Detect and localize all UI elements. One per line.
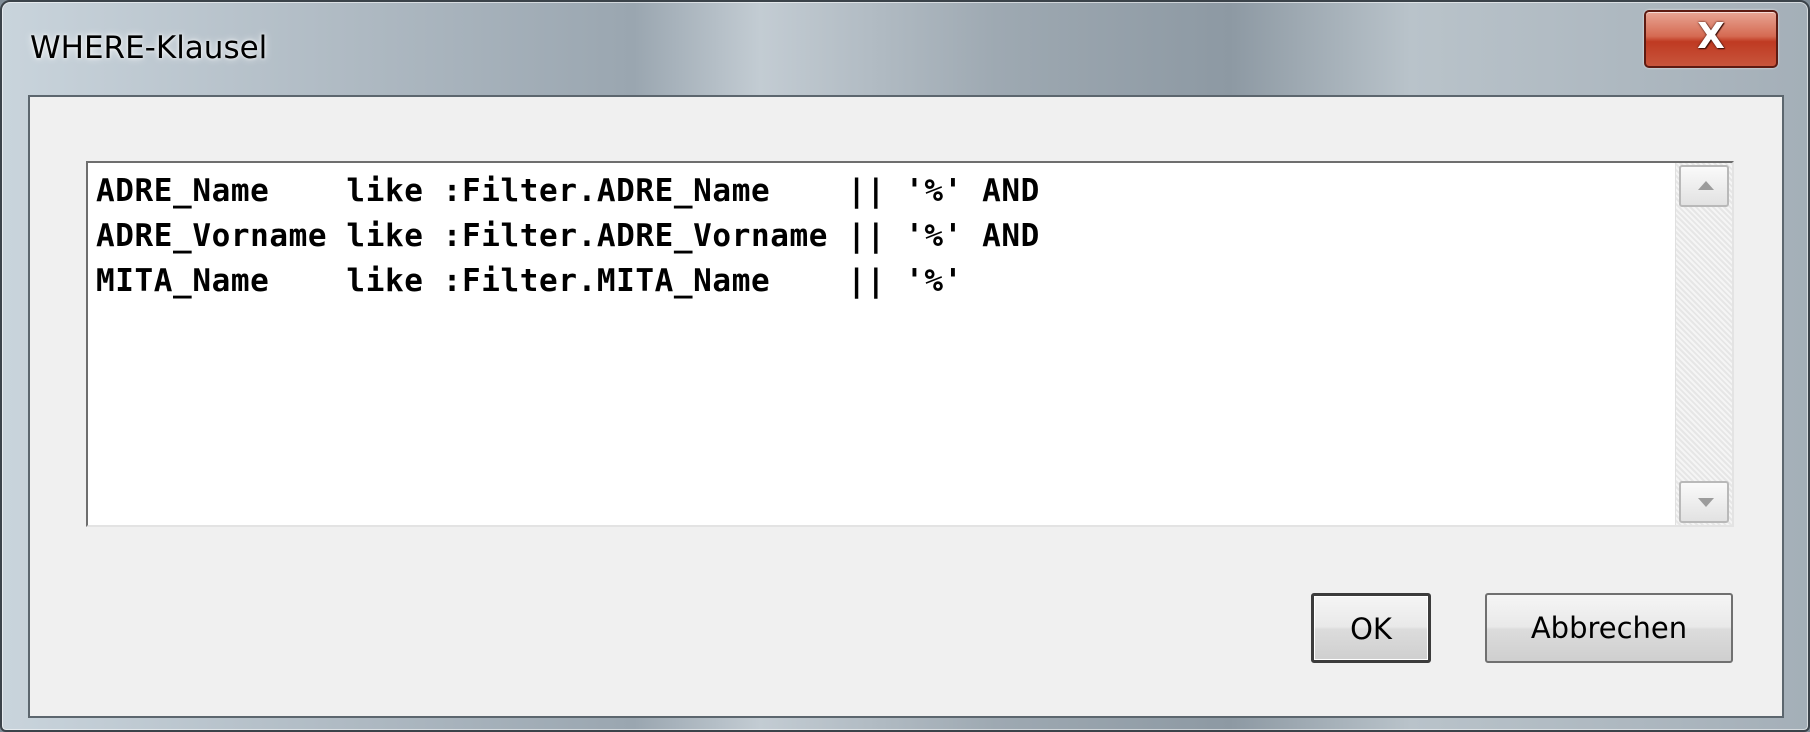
window-title: WHERE-Klausel bbox=[30, 30, 268, 66]
title-bar[interactable]: WHERE-Klausel X bbox=[2, 2, 1808, 97]
scroll-up-button[interactable] bbox=[1679, 165, 1729, 207]
close-button[interactable]: X bbox=[1644, 10, 1778, 68]
close-icon: X bbox=[1697, 16, 1725, 57]
scroll-down-button[interactable] bbox=[1679, 481, 1729, 523]
scroll-up-icon bbox=[1698, 181, 1714, 190]
dialog-window: WHERE-Klausel X ADRE_Name like :Filter.A… bbox=[0, 0, 1810, 732]
where-clause-textarea[interactable]: ADRE_Name like :Filter.ADRE_Name || '%' … bbox=[86, 161, 1734, 527]
cancel-button[interactable]: Abbrechen bbox=[1485, 593, 1733, 663]
where-clause-line: MITA_Name like :Filter.MITA_Name || '%' bbox=[96, 263, 963, 299]
dialog-client-area: ADRE_Name like :Filter.ADRE_Name || '%' … bbox=[28, 95, 1784, 718]
scroll-down-icon bbox=[1698, 498, 1714, 507]
vertical-scrollbar[interactable] bbox=[1675, 163, 1732, 525]
where-clause-text[interactable]: ADRE_Name like :Filter.ADRE_Name || '%' … bbox=[96, 169, 1040, 304]
where-clause-line: ADRE_Vorname like :Filter.ADRE_Vorname |… bbox=[96, 218, 1040, 254]
ok-button[interactable]: OK bbox=[1311, 593, 1431, 663]
where-clause-line: ADRE_Name like :Filter.ADRE_Name || '%' … bbox=[96, 173, 1040, 209]
